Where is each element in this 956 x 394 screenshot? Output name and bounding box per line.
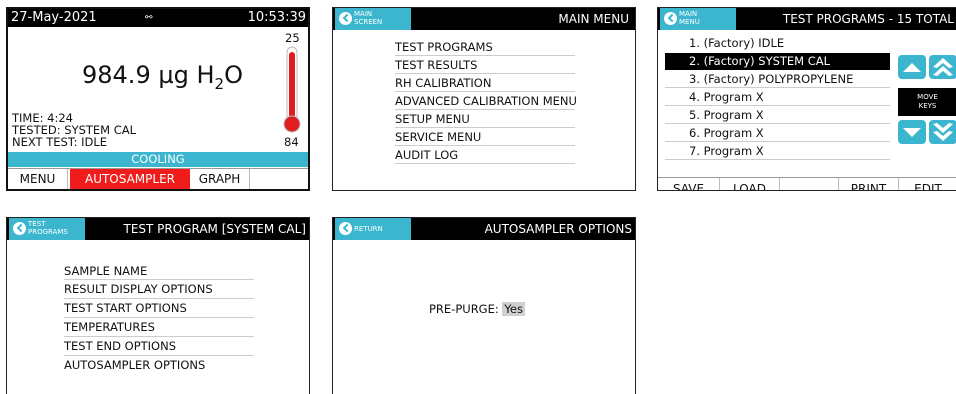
divider: [395, 55, 575, 56]
back-test-programs-button[interactable]: TEST PROGRAMS: [9, 218, 85, 240]
reading-unit: µg H2O: [158, 61, 243, 93]
move-bottom-button[interactable]: [929, 120, 956, 144]
page-title: MAIN MENU: [558, 12, 629, 26]
thermometer-top-label: 25: [285, 31, 300, 45]
print-button[interactable]: PRINT: [839, 178, 899, 190]
divider: [395, 91, 575, 92]
bottom-tab-bar: MENU AUTOSAMPLER GRAPH: [8, 168, 308, 189]
divider: [64, 336, 254, 337]
save-button[interactable]: SAVE: [658, 178, 720, 190]
option-test-end[interactable]: TEST END OPTIONS: [64, 339, 176, 353]
tab-menu[interactable]: MENU: [8, 169, 68, 189]
autosampler-options-screen: AUTOSAMPLER OPTIONS RETURN PRE-PURGE: Ye…: [332, 217, 636, 394]
program-row[interactable]: 3. (Factory) POLYPROPYLENE: [665, 71, 890, 88]
back-button-label: TEST PROGRAMS: [28, 220, 68, 236]
chevron-left-icon: [664, 12, 677, 25]
bottom-button-bar: SAVE LOAD PRINT EDIT: [658, 177, 956, 190]
program-row-selected[interactable]: 2. (Factory) SYSTEM CAL: [665, 53, 890, 70]
menu-item-audit-log[interactable]: AUDIT LOG: [395, 148, 458, 162]
move-top-button[interactable]: [929, 55, 956, 79]
back-main-screen-button[interactable]: MAIN SCREEN: [335, 8, 411, 30]
page-title: TEST PROGRAMS - 15 TOTAL: [782, 12, 954, 26]
main-menu-screen: MAIN MENU MAIN SCREEN TEST PROGRAMS TEST …: [332, 7, 636, 191]
program-row[interactable]: 7. Program X: [665, 143, 890, 160]
divider: [395, 127, 575, 128]
double-chevron-down-icon: [933, 123, 953, 141]
option-result-display[interactable]: RESULT DISPLAY OPTIONS: [64, 282, 213, 296]
page-title: AUTOSAMPLER OPTIONS: [484, 222, 632, 236]
reading-value: 984.9: [82, 61, 151, 89]
edit-button[interactable]: EDIT: [899, 178, 956, 190]
option-sample-name[interactable]: SAMPLE NAME: [64, 264, 147, 278]
menu-item-test-programs[interactable]: TEST PROGRAMS: [395, 40, 493, 54]
option-test-start[interactable]: TEST START OPTIONS: [64, 301, 187, 315]
move-down-button[interactable]: [898, 120, 926, 144]
test-programs-screen: TEST PROGRAMS - 15 TOTAL MAIN MENU 1. (Fa…: [657, 7, 956, 191]
test-program-detail-screen: TEST PROGRAM [SYSTEM CAL] TEST PROGRAMS S…: [6, 217, 310, 394]
program-row[interactable]: 5. Program X: [665, 107, 890, 124]
divider: [64, 298, 254, 299]
divider: [395, 163, 575, 164]
menu-item-setup[interactable]: SETUP MENU: [395, 112, 470, 126]
pre-purge-value[interactable]: Yes: [502, 302, 525, 316]
load-button[interactable]: LOAD: [720, 178, 780, 190]
return-button[interactable]: RETURN: [335, 218, 411, 240]
next-test-info: NEXT TEST: IDLE: [12, 135, 108, 149]
menu-item-rh-calibration[interactable]: RH CALIBRATION: [395, 76, 491, 90]
option-temperatures[interactable]: TEMPERATURES: [64, 320, 155, 334]
thermometer-bottom-label: 84: [284, 135, 299, 149]
back-button-label: MAIN SCREEN: [354, 10, 383, 26]
menu-item-test-results[interactable]: TEST RESULTS: [395, 58, 477, 72]
empty-button[interactable]: [780, 178, 839, 190]
status-screen: 27-May-2021 ⚯ 10:53:39 984.9 µg H2O 25 8…: [6, 7, 310, 191]
tab-graph[interactable]: GRAPH: [190, 169, 250, 189]
status-banner: COOLING: [8, 152, 308, 167]
menu-item-service[interactable]: SERVICE MENU: [395, 130, 481, 144]
divider: [395, 109, 575, 110]
divider: [64, 355, 254, 356]
chevron-left-icon: [339, 12, 352, 25]
option-autosampler[interactable]: AUTOSAMPLER OPTIONS: [64, 358, 205, 372]
return-button-label: RETURN: [354, 225, 383, 233]
chevron-left-icon: [339, 222, 352, 235]
status-header: 27-May-2021 ⚯ 10:53:39: [8, 9, 308, 27]
link-icon: ⚯: [145, 13, 152, 23]
divider: [395, 73, 575, 74]
chevron-down-icon: [903, 128, 921, 137]
pre-purge-field: PRE-PURGE: Yes: [429, 302, 525, 316]
move-keys-label: MOVE KEYS: [898, 88, 956, 116]
clock-text: 10:53:39: [247, 10, 306, 25]
double-chevron-up-icon: [933, 58, 953, 76]
tab-autosampler[interactable]: AUTOSAMPLER: [70, 169, 190, 189]
program-row[interactable]: 1. (Factory) IDLE: [665, 35, 890, 52]
chevron-up-icon: [903, 63, 921, 72]
pre-purge-label: PRE-PURGE:: [429, 302, 499, 316]
date-text: 27-May-2021: [11, 10, 97, 25]
divider: [395, 145, 575, 146]
divider: [64, 317, 254, 318]
program-row[interactable]: 4. Program X: [665, 89, 890, 106]
back-button-label: MAIN MENU: [679, 10, 700, 26]
moisture-reading: 984.9 µg H2O: [82, 61, 243, 93]
page-title: TEST PROGRAM [SYSTEM CAL]: [123, 222, 306, 236]
divider: [64, 279, 254, 280]
program-row[interactable]: 6. Program X: [665, 125, 890, 142]
move-up-button[interactable]: [898, 55, 926, 79]
back-main-menu-button[interactable]: MAIN MENU: [660, 8, 736, 30]
thermometer-icon: [283, 46, 301, 133]
chevron-left-icon: [13, 222, 26, 235]
menu-item-advanced-calibration[interactable]: ADVANCED CALIBRATION MENU: [395, 94, 577, 108]
